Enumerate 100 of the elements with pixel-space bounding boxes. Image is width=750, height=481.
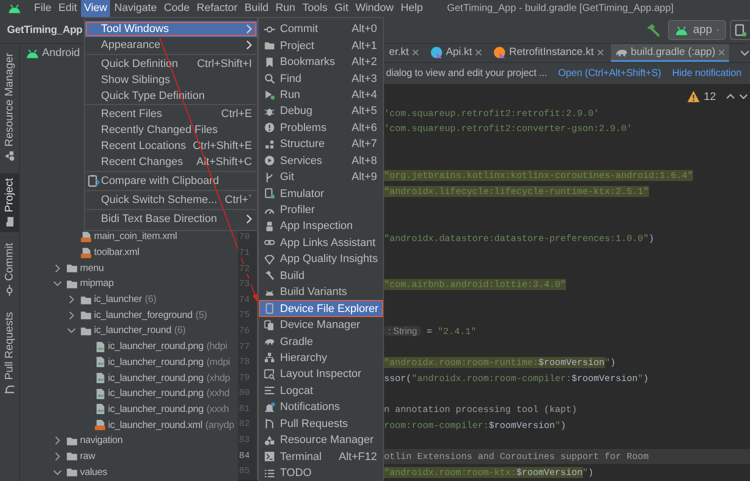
- dropdown-item[interactable]: Git Alt+9: [259, 168, 383, 186]
- dropdown-item[interactable]: Commit Alt+0: [259, 21, 383, 38]
- project-view-selector[interactable]: Android: [20, 44, 80, 62]
- tree-item[interactable]: ic_launcher_round.png (hdpi: [20, 338, 238, 354]
- chevron-icon[interactable]: [53, 452, 62, 461]
- tool-window-tab[interactable]: Project: [0, 172, 19, 232]
- dropdown-item[interactable]: Run Alt+4: [259, 86, 383, 104]
- dropdown-item[interactable]: App Inspection: [259, 218, 383, 235]
- dropdown-item[interactable]: Appearance: [85, 36, 257, 53]
- dropdown-item[interactable]: Logcat: [259, 382, 383, 400]
- dropdown-item[interactable]: Recent Files Ctrl+E: [85, 106, 257, 122]
- notification-link[interactable]: Open (Ctrl+Alt+Shift+S): [558, 68, 662, 79]
- tree-item[interactable]: toolbar.xml: [20, 244, 238, 260]
- dropdown-item[interactable]: Find Alt+3: [259, 70, 383, 87]
- tree-item[interactable]: values: [20, 464, 238, 480]
- close-icon[interactable]: [412, 48, 419, 56]
- chevron-icon[interactable]: [53, 436, 62, 446]
- tree-item[interactable]: ic_launcher_round.png (xxhd: [20, 386, 238, 402]
- dropdown-item[interactable]: Build: [259, 268, 383, 284]
- line-number: 84: [238, 450, 251, 461]
- dropdown-item[interactable]: Services Alt+8: [259, 152, 383, 169]
- editor-tab[interactable]: build.gradle (:app): [610, 44, 730, 62]
- dropdown-item[interactable]: Device File Explorer: [259, 300, 383, 317]
- tool-window-tab[interactable]: Commit: [0, 238, 19, 301]
- hammer-icon[interactable]: [646, 23, 660, 37]
- menubar-button[interactable]: Code: [160, 0, 193, 17]
- menubar-button[interactable]: Edit: [55, 0, 80, 17]
- dropdown-item[interactable]: TODO: [259, 464, 383, 481]
- chevron-icon[interactable]: [53, 279, 62, 288]
- dropdown-item[interactable]: Layout Inspector: [259, 366, 383, 383]
- tool-window-tab[interactable]: Pull Requests: [0, 306, 19, 400]
- chevron-icon[interactable]: [67, 310, 76, 320]
- dropdown-item[interactable]: Resource Manager: [259, 432, 383, 448]
- tree-item[interactable]: main_coin_item.xml: [20, 229, 238, 245]
- chevron-icon[interactable]: [53, 264, 62, 273]
- device-button[interactable]: [730, 20, 750, 40]
- tree-item[interactable]: menu: [20, 260, 238, 276]
- dropdown-item[interactable]: Emulator: [259, 185, 383, 202]
- notification-link[interactable]: Hide notification: [672, 68, 742, 79]
- dropdown-item[interactable]: App Quality Insights: [259, 251, 383, 268]
- menubar-button[interactable]: View: [81, 0, 110, 17]
- code-text: n annotation processing tool (kapt): [384, 404, 577, 416]
- dropdown-item[interactable]: Terminal Alt+F12: [259, 448, 383, 465]
- dropdown-item[interactable]: Tool Windows: [85, 21, 257, 37]
- menubar-button[interactable]: Run: [272, 0, 298, 17]
- dropdown-item[interactable]: Gradle: [259, 333, 383, 350]
- menubar-button[interactable]: Tools: [299, 0, 331, 17]
- tree-item[interactable]: ic_launcher (6): [20, 292, 238, 308]
- dropdown-item[interactable]: Notifications: [259, 399, 383, 416]
- dropdown-item[interactable]: Bidi Text Base Direction: [85, 210, 257, 227]
- dropdown-item[interactable]: Show Siblings: [85, 72, 257, 88]
- dropdown-item[interactable]: Problems Alt+6: [259, 120, 383, 136]
- tree-item[interactable]: ic_launcher_round.png (xhdp: [20, 370, 238, 386]
- menubar-button[interactable]: Navigate: [111, 0, 160, 17]
- run-config-dropdown[interactable]: app: [668, 20, 726, 40]
- dropdown-item[interactable]: App Links Assistant: [259, 234, 383, 252]
- dropdown-item[interactable]: Hierarchy: [259, 350, 383, 366]
- editor-tab[interactable]: er.kt: [385, 44, 423, 62]
- dropdown-item[interactable]: Build Variants: [259, 284, 383, 300]
- dropdown-item[interactable]: Structure Alt+7: [259, 136, 383, 152]
- dropdown-item[interactable]: Pull Requests: [259, 416, 383, 432]
- chevron-icon[interactable]: [67, 326, 76, 336]
- tree-item[interactable]: ic_launcher_round.png (mdpi: [20, 354, 238, 370]
- tree-item[interactable]: ic_launcher_round.xml (anydp: [20, 417, 238, 433]
- menubar-button[interactable]: Window: [352, 0, 397, 17]
- chevron-icon[interactable]: [67, 295, 76, 304]
- chevron-down-icon[interactable]: [740, 48, 750, 58]
- dropdown-item[interactable]: Quick Switch Scheme... Ctrl+`: [85, 192, 257, 208]
- tool-window-tab[interactable]: Resource Manager: [0, 48, 19, 167]
- inspection-widget[interactable]: 12: [686, 90, 748, 103]
- menubar-button[interactable]: Help: [398, 0, 426, 17]
- chevron-down-icon[interactable]: [739, 92, 748, 101]
- project-name[interactable]: GetTiming_App: [7, 24, 82, 36]
- close-icon[interactable]: [596, 48, 604, 56]
- menubar-button[interactable]: Git: [332, 0, 352, 17]
- code-text: 'com.squareup.retrofit2:converter-gson:2.9.0': [384, 123, 632, 134]
- editor-tab[interactable]: RetrofitInstance.kt: [489, 44, 608, 62]
- blocks-icon: [264, 138, 275, 150]
- tree-item[interactable]: mipmap: [20, 276, 238, 292]
- dropdown-item[interactable]: Profiler: [259, 202, 383, 218]
- kotlin-file-icon: [430, 46, 443, 58]
- dropdown-item[interactable]: Bookmarks Alt+2: [259, 54, 383, 70]
- close-icon[interactable]: [718, 48, 726, 56]
- chevron-up-icon[interactable]: [726, 92, 735, 101]
- dropdown-item[interactable]: Project Alt+1: [259, 37, 383, 54]
- dropdown-item[interactable]: Debug Alt+5: [259, 103, 383, 120]
- menubar-button[interactable]: Build: [241, 0, 272, 17]
- dropdown-item[interactable]: Recently Changed Files: [85, 122, 257, 138]
- tree-item[interactable]: ic_launcher_round (6): [20, 323, 238, 339]
- menubar-button[interactable]: Refactor: [194, 0, 240, 17]
- tree-item[interactable]: ic_launcher_round.png (xxxh: [20, 402, 238, 418]
- editor-tab[interactable]: Api.kt: [426, 44, 486, 62]
- folder-icon: [264, 40, 275, 52]
- tree-item[interactable]: navigation: [20, 432, 238, 449]
- tree-item[interactable]: ic_launcher_foreground (5): [20, 307, 238, 324]
- close-icon[interactable]: [475, 48, 482, 56]
- menubar-button[interactable]: File: [31, 0, 54, 17]
- chevron-icon[interactable]: [53, 468, 62, 477]
- tree-item[interactable]: raw: [20, 448, 238, 464]
- dropdown-item[interactable]: Device Manager: [259, 316, 383, 334]
